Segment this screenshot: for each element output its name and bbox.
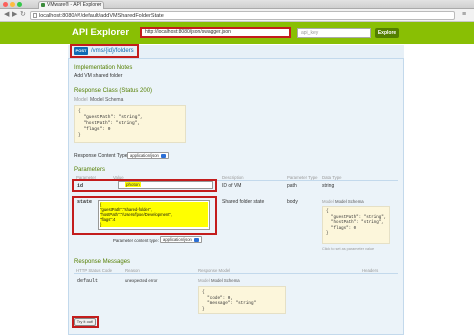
page-title: API Explorer (72, 27, 130, 38)
response-schema: { "guestPath": "string", "hostPath": "st… (74, 105, 186, 143)
param-state-name: state (77, 199, 93, 205)
response-code: default (77, 278, 99, 284)
parameters-heading: Parameters (74, 167, 106, 173)
minimize-window-button[interactable] (10, 2, 15, 7)
implementation-notes: Add VM shared folder (74, 73, 123, 79)
response-class-heading: Response Class (Status 200) (74, 88, 153, 94)
state-value: { "guestPath":"shared-folder", "hostPath… (100, 202, 208, 227)
model-schema-tab[interactable]: Model Schema (90, 97, 123, 103)
param-id-name: id (77, 183, 84, 189)
url-input[interactable]: localhost:8080/#!/default/addVMSharedFol… (30, 11, 455, 20)
api-key-input[interactable]: api_key (297, 28, 371, 38)
id-value: photon (125, 182, 141, 187)
state-description: Shared folder state (222, 199, 265, 205)
tab-title: VMware® - API Explorer (47, 2, 102, 8)
address-bar-row: ◀ ▶ ↻ localhost:8080/#!/default/addVMSha… (0, 9, 474, 22)
id-data-type: string (322, 183, 335, 189)
param-content-type-label: Parameter content type: (113, 238, 159, 243)
response-model-link[interactable]: Model (198, 278, 210, 284)
implementation-notes-heading: Implementation Notes (74, 65, 133, 71)
state-schema[interactable]: { "guestPath": "string", "hostPath": "st… (322, 206, 390, 244)
response-reason: unexpected error (125, 278, 158, 283)
try-it-out-button[interactable]: Try it out! (74, 318, 96, 326)
page-icon (33, 13, 37, 18)
window-titlebar: VMware® - API Explorer × (0, 0, 474, 9)
response-model-schema-tab[interactable]: Model Schema (211, 278, 240, 284)
chevron-down-icon (193, 237, 199, 242)
url-text: localhost:8080/#!/default/addVMSharedFol… (39, 13, 164, 19)
id-param-type: path (287, 183, 297, 189)
browser-tab[interactable]: VMware® - API Explorer × (38, 1, 104, 9)
favicon-icon (41, 3, 45, 7)
response-content-type-label: Response Content Type (74, 153, 128, 159)
model-link[interactable]: Model (74, 97, 88, 103)
response-messages-heading: Response Messages (74, 259, 131, 265)
menu-icon[interactable]: ≡ (462, 11, 466, 19)
response-content-type-value: application/json (130, 153, 159, 158)
response-content-type-select[interactable]: application/json (127, 152, 169, 159)
param-content-type-value: application/json (163, 237, 192, 242)
spec-url-input[interactable]: http://localhost:8080/json/swagger.json (140, 27, 291, 38)
path-highlight (70, 44, 139, 58)
param-content-type-select[interactable]: application/json (160, 236, 202, 243)
divider (74, 273, 398, 274)
reload-icon[interactable]: ↻ (20, 11, 26, 19)
close-window-button[interactable] (3, 2, 8, 7)
swagger-header: API Explorer http://localhost:8080/json/… (0, 22, 474, 44)
tab-close-icon[interactable]: × (98, 2, 101, 9)
forward-icon[interactable]: ▶ (12, 11, 17, 19)
state-param-type: body (287, 199, 298, 205)
response-error-schema: { "code": 0, "message": "string" } (198, 286, 286, 314)
state-model-schema-tab[interactable]: Model Schema (335, 199, 364, 205)
explore-button[interactable]: Explore (375, 28, 399, 38)
back-icon[interactable]: ◀ (4, 11, 9, 19)
maximize-window-button[interactable] (17, 2, 22, 7)
chevron-down-icon (160, 153, 166, 158)
id-description: ID of VM (222, 183, 242, 189)
click-to-set-hint: Click to set as parameter value (322, 247, 375, 251)
state-model-link[interactable]: Model (322, 199, 334, 205)
